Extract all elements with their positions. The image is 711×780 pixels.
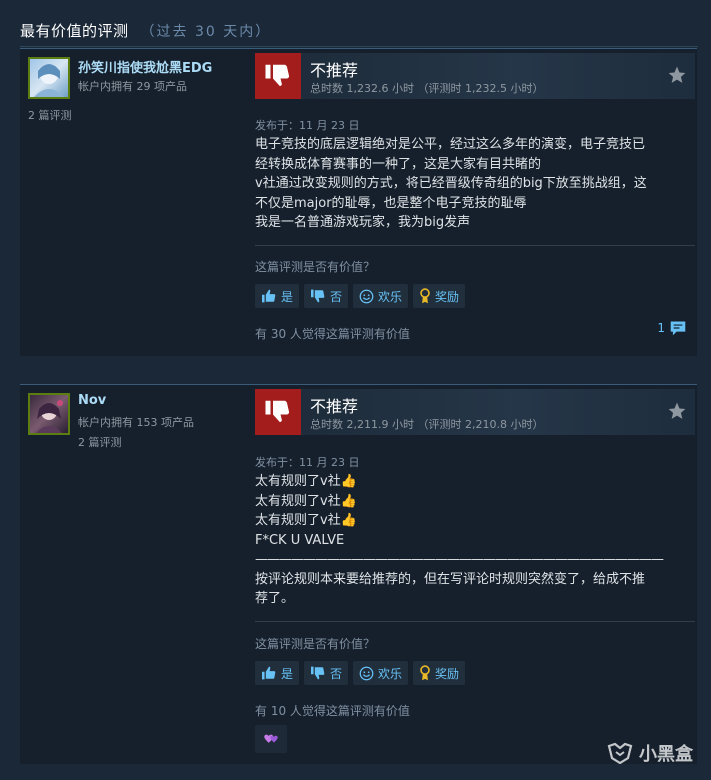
vote-funny-label: 欢乐 [378, 666, 403, 681]
review-line: 太有规则了v社👍 [255, 474, 357, 489]
award-medal-icon [420, 288, 430, 304]
review-line: 太有规则了v社👍 [255, 513, 357, 528]
award-star-icon[interactable] [667, 65, 687, 85]
thumbs-down-small-icon [311, 289, 325, 303]
award-button[interactable]: 奖励 [413, 661, 466, 685]
comment-count: 1 [657, 321, 665, 335]
author-review-count[interactable]: 2 篇评测 [78, 434, 122, 450]
watermark-text: 小黑盒 [639, 744, 693, 765]
thumbs-up-icon [262, 289, 276, 303]
comment-icon [670, 321, 686, 336]
review-content: 电子竞技的底层逻辑绝对是公平，经过这么多年的演变，电子竞技已 经转换成体育赛事的… [255, 135, 690, 233]
thumbs-down-icon [255, 389, 301, 435]
posted-date: 发布于：11 月 23 日 [255, 119, 360, 132]
thumbs-up-icon [262, 666, 276, 680]
review-content: 太有规则了v社👍 太有规则了v社👍 太有规则了v社👍 F*CK U VALVE … [255, 472, 690, 609]
playtime: 总时数 1,232.6 小时 （评测时 1,232.5 小时） [310, 82, 544, 95]
found-helpful: 有 10 人觉得这篇评测有价值 [255, 704, 410, 718]
vote-buttons: 是 否 欢乐 奖励 [255, 284, 466, 308]
vote-header[interactable]: 不推荐 总时数 2,211.9 小时 （评测时 2,210.8 小时） [255, 389, 695, 435]
author-review-count[interactable]: 2 篇评测 [28, 107, 72, 123]
vote-buttons: 是 否 欢乐 奖励 [255, 661, 466, 685]
vote-no-button[interactable]: 否 [304, 661, 349, 685]
vote-yes-label: 是 [281, 289, 294, 304]
award-label: 奖励 [435, 666, 460, 681]
vote-no-button[interactable]: 否 [304, 284, 349, 308]
award-button[interactable]: 奖励 [413, 284, 466, 308]
award-star-icon[interactable] [667, 401, 687, 421]
header-divider [20, 46, 698, 47]
comments-link[interactable]: 1 [657, 320, 687, 336]
received-award-badge[interactable] [255, 725, 287, 753]
review-line: F*CK U VALVE [255, 532, 345, 548]
author-name[interactable]: Nov [78, 393, 106, 408]
thumbs-down-icon [255, 53, 301, 99]
vote-no-label: 否 [330, 666, 343, 681]
author-products[interactable]: 帐户内拥有 29 项产品 [78, 78, 187, 94]
author-products[interactable]: 帐户内拥有 153 项产品 [78, 414, 194, 430]
review-card: 孙笑川指使我尬黑EDG 帐户内拥有 29 项产品 2 篇评测 不推荐 总时数 1… [20, 48, 697, 356]
divider [255, 245, 695, 246]
smiley-icon [359, 289, 374, 303]
vote-yes-button[interactable]: 是 [255, 284, 300, 308]
review-line: 荐了。 [255, 591, 295, 606]
smiley-icon [359, 666, 374, 680]
avatar[interactable] [28, 393, 70, 435]
review-line: 我是一名普通游戏玩家，我为big发声 [255, 215, 471, 230]
review-line: 经转换成体育赛事的一种了，这是大家有目共睹的 [255, 156, 542, 172]
author-name[interactable]: 孙笑川指使我尬黑EDG [78, 57, 212, 76]
award-label: 奖励 [435, 289, 460, 304]
vote-header[interactable]: 不推荐 总时数 1,232.6 小时 （评测时 1,232.5 小时） [255, 53, 695, 99]
vote-yes-label: 是 [281, 666, 294, 681]
found-helpful: 有 30 人觉得这篇评测有价值 [255, 327, 410, 341]
review-line: v社通过改变规则的方式，将已经晋级传奇组的big下放至挑战组，这 [255, 176, 647, 191]
vote-funny-button[interactable]: 欢乐 [353, 661, 409, 685]
vote-funny-button[interactable]: 欢乐 [353, 284, 409, 308]
award-medal-icon [420, 665, 430, 681]
vote-funny-label: 欢乐 [378, 289, 403, 304]
xiaoheihe-logo-icon [607, 742, 633, 764]
avatar[interactable] [28, 57, 70, 99]
thumbs-down-small-icon [311, 666, 325, 680]
review-line: 电子竞技的底层逻辑绝对是公平，经过这么多年的演变，电子竞技已 [255, 137, 646, 152]
section-subtitle: （过去 30 天内） [140, 24, 272, 40]
playtime: 总时数 2,211.9 小时 （评测时 2,210.8 小时） [310, 418, 544, 431]
section-title-text: 最有价值的评测 [20, 22, 129, 40]
helpful-question: 这篇评测是否有价值？ [255, 260, 376, 274]
heart-award-icon [264, 734, 278, 743]
verdict-label: 不推荐 [310, 397, 359, 416]
avatar-image [36, 400, 63, 433]
avatar-image [34, 64, 64, 97]
posted-date: 发布于：11 月 23 日 [255, 456, 360, 469]
review-line: 按评论规则本来要给推荐的，但在写评论时规则突然变了，给成不推 [255, 571, 646, 587]
verdict-label: 不推荐 [310, 61, 359, 80]
helpful-question: 这篇评测是否有价值？ [255, 637, 376, 651]
vote-no-label: 否 [330, 289, 343, 304]
watermark: 小黑盒 [607, 740, 693, 766]
review-line: —————————————————————————————————— [255, 552, 664, 567]
review-line: 不仅是major的耻辱，也是整个电子竞技的耻辱 [255, 195, 527, 211]
vote-yes-button[interactable]: 是 [255, 661, 300, 685]
divider [255, 621, 695, 622]
review-line: 太有规则了v社👍 [255, 493, 357, 509]
section-title: 最有价值的评测 （过去 30 天内） [20, 20, 271, 41]
review-card: Nov 帐户内拥有 153 项产品 2 篇评测 不推荐 总时数 2,211.9 … [20, 384, 697, 764]
